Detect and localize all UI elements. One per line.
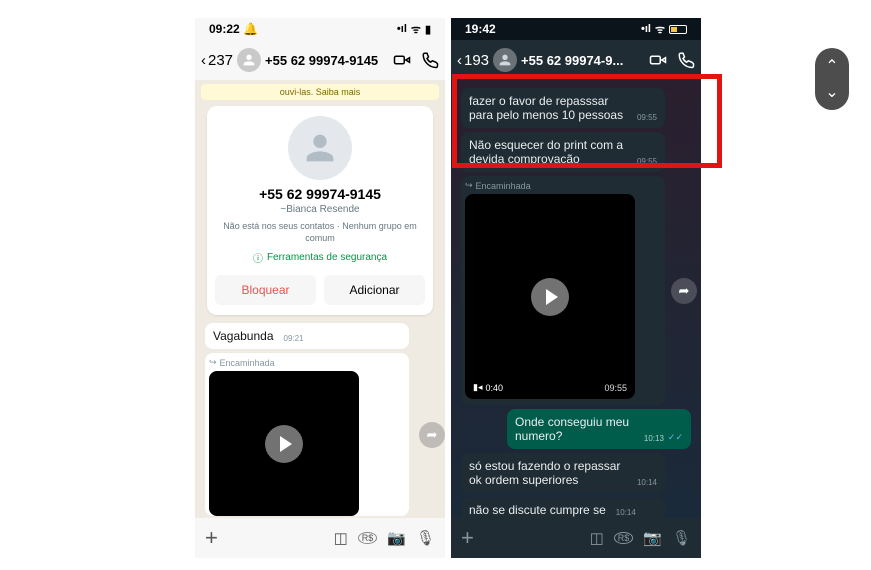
message-time: 10:13	[644, 434, 664, 443]
nav-down-button[interactable]: ⌄	[825, 82, 838, 102]
chevron-left-icon: ‹	[457, 52, 462, 69]
contact-title[interactable]: +55 62 99974-9...	[521, 53, 645, 68]
camera-icon[interactable]: 📷	[643, 529, 662, 547]
message-text: Vagabunda	[213, 329, 274, 343]
wifi-icon: ᯤ	[655, 22, 665, 37]
share-icon: ➦	[427, 427, 438, 443]
share-icon: ➦	[679, 283, 690, 299]
message-time: 10:14	[616, 508, 636, 517]
message-bubble-out[interactable]: Onde conseguiu meu numero? 10:13 ✓✓	[507, 409, 691, 449]
video-thumbnail[interactable]	[209, 371, 359, 516]
battery-icon: ▮	[425, 23, 431, 36]
share-button[interactable]: ➦	[671, 278, 697, 304]
contact-name: ~Bianca Resende	[215, 204, 425, 215]
message-bubble[interactable]: não se discute cumpre se 10:14	[461, 497, 665, 518]
page-nav-capsule: ⌃ ⌄	[815, 48, 849, 110]
phone-call-icon[interactable]	[677, 51, 695, 69]
message-bubble[interactable]: fazer o favor de repasssar para pelo men…	[461, 88, 665, 128]
info-icon: ⓘ	[253, 250, 263, 265]
back-count: 193	[464, 52, 489, 69]
forward-icon: ↪	[209, 357, 217, 368]
status-time: 19:42	[465, 22, 496, 36]
battery-icon	[669, 25, 687, 34]
block-button[interactable]: Bloquear	[215, 275, 316, 305]
contact-phone: +55 62 99974-9145	[215, 186, 425, 202]
message-time: 09:55	[637, 157, 657, 166]
back-count: 237	[208, 52, 233, 69]
play-button[interactable]	[531, 278, 569, 316]
back-button[interactable]: ‹ 193	[457, 52, 489, 69]
add-contact-button[interactable]: Adicionar	[324, 275, 425, 305]
chevron-left-icon: ‹	[201, 52, 206, 69]
video-time: 09:55	[604, 383, 627, 393]
phone-screenshot-right: 19:42 •ıl ᯤ ‹ 193 +55 62 99974-9...	[451, 18, 701, 558]
read-ticks-icon: ✓✓	[668, 432, 683, 443]
input-bar: + ◫ R$ 📷 🎙	[451, 518, 701, 558]
message-time: 10:14	[637, 478, 657, 487]
back-button[interactable]: ‹ 237	[201, 52, 233, 69]
contact-meta: Não está nos seus contatos · Nenhum grup…	[215, 221, 425, 244]
forward-icon: ↪	[465, 180, 473, 191]
chat-body[interactable]: ouvi-las. Saiba mais +55 62 99974-9145 ~…	[195, 80, 445, 518]
play-icon	[280, 436, 292, 452]
contact-card: +55 62 99974-9145 ~Bianca Resende Não es…	[207, 106, 433, 315]
message-text: Onde conseguiu meu numero?	[515, 415, 634, 443]
video-duration: ▮◂ 0:40	[473, 382, 503, 393]
video-message-bubble[interactable]: ↪ Encaminhada ▮◂ 0:40 09:55 ➦	[461, 176, 665, 405]
contact-title[interactable]: +55 62 99974-9145	[265, 53, 389, 68]
message-text: Não esquecer do print com a devida compr…	[469, 138, 627, 166]
camera-small-icon: ▮◂	[473, 382, 482, 393]
phone-call-icon[interactable]	[421, 51, 439, 69]
video-thumbnail[interactable]: ▮◂ 0:40 09:55	[465, 194, 635, 399]
message-bubble[interactable]: Vagabunda 09:21	[205, 323, 409, 349]
wifi-icon: ᯤ	[411, 22, 421, 37]
attach-button[interactable]: +	[461, 525, 474, 551]
attach-button[interactable]: +	[205, 525, 218, 551]
sticker-icon[interactable]: ◫	[334, 529, 348, 547]
forwarded-label: ↪ Encaminhada	[465, 180, 661, 191]
share-button[interactable]: ➦	[419, 422, 445, 448]
chat-header: ‹ 237 +55 62 99974-9145	[195, 40, 445, 80]
contact-avatar-small[interactable]	[237, 48, 261, 72]
signal-icon: •ıl	[641, 23, 651, 35]
contact-avatar-small[interactable]	[493, 48, 517, 72]
camera-icon[interactable]: 📷	[387, 529, 406, 547]
video-call-icon[interactable]	[649, 51, 667, 69]
play-button[interactable]	[265, 425, 303, 463]
video-call-icon[interactable]	[393, 51, 411, 69]
message-bubble[interactable]: só estou fazendo o repassar ok ordem sup…	[461, 453, 665, 493]
status-bar: 19:42 •ıl ᯤ	[451, 18, 701, 40]
nav-up-button[interactable]: ⌃	[825, 56, 838, 76]
signal-icon: •ıl	[397, 23, 407, 35]
forwarded-label: ↪ Encaminhada	[209, 357, 405, 368]
message-text: só estou fazendo o repassar ok ordem sup…	[469, 459, 627, 487]
security-tools[interactable]: ⓘ Ferramentas de segurança	[215, 250, 425, 265]
status-bar: 09:22 🔔 •ıl ᯤ ▮	[195, 18, 445, 40]
contact-avatar-large[interactable]	[288, 116, 352, 180]
play-icon	[546, 289, 558, 305]
message-text: fazer o favor de repasssar para pelo men…	[469, 94, 627, 122]
message-time: 09:21	[284, 334, 304, 343]
currency-icon[interactable]: R$	[614, 532, 634, 544]
currency-icon[interactable]: R$	[358, 532, 378, 544]
message-time: 09:55	[637, 113, 657, 122]
input-bar: + ◫ R$ 📷 🎙	[195, 518, 445, 558]
info-banner[interactable]: ouvi-las. Saiba mais	[201, 84, 439, 100]
phone-screenshot-left: 09:22 🔔 •ıl ᯤ ▮ ‹ 237 +55 62 99974-9145 …	[195, 18, 445, 558]
chat-body[interactable]: fazer o favor de repasssar para pelo men…	[451, 80, 701, 518]
microphone-icon[interactable]: 🎙	[416, 529, 435, 547]
message-text: não se discute cumpre se	[469, 503, 606, 517]
status-time: 09:22 🔔	[209, 22, 258, 36]
microphone-icon[interactable]: 🎙	[672, 529, 691, 547]
chat-header: ‹ 193 +55 62 99974-9...	[451, 40, 701, 80]
message-bubble[interactable]: Não esquecer do print com a devida compr…	[461, 132, 665, 172]
sticker-icon[interactable]: ◫	[590, 529, 604, 547]
video-message-bubble[interactable]: ↪ Encaminhada ➦	[205, 353, 409, 516]
security-label: Ferramentas de segurança	[267, 252, 387, 263]
